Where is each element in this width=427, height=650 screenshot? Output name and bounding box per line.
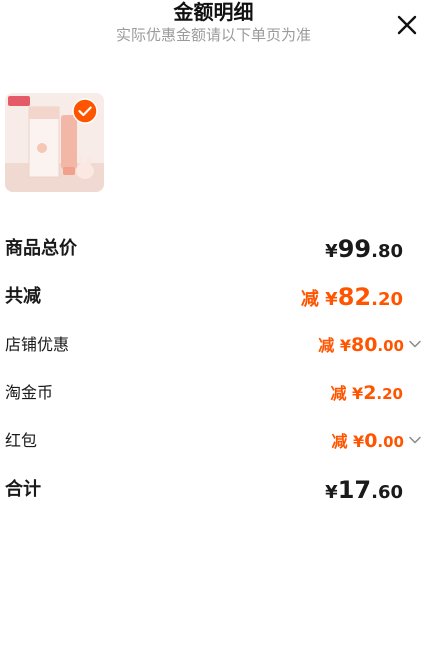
discount-prefix: 减 [300, 289, 326, 310]
amount-detail-sheet: 金额明细 实际优惠金额请以下单页为准 商品总价 ¥99.80 共减 减 ¥82.… [0, 0, 427, 650]
amount-decimal: .00 [377, 433, 404, 451]
currency-symbol: ¥ [325, 482, 338, 503]
row-total-discount: 共减 减 ¥82.20 [0, 281, 427, 313]
currency-symbol: ¥ [352, 384, 364, 403]
currency-symbol: ¥ [325, 241, 338, 262]
red-packet-label: 红包 [5, 431, 38, 450]
goods-total-amount: ¥99.80 [325, 233, 403, 268]
row-store-discount[interactable]: 店铺优惠 减 ¥80.00 [0, 329, 427, 361]
store-discount-amount: 减 ¥80.00 [318, 329, 404, 362]
currency-symbol: ¥ [339, 336, 351, 355]
amount-integer: 2 [363, 382, 377, 404]
total-discount-label: 共减 [5, 286, 41, 307]
currency-symbol: ¥ [353, 432, 365, 451]
discount-prefix: 减 [330, 384, 353, 403]
taojinbi-label: 淘金币 [5, 383, 54, 402]
amount-integer: 80 [350, 334, 378, 356]
discount-prefix: 减 [331, 432, 354, 451]
sheet-title: 金额明细 [173, 0, 254, 24]
red-packet-amount: 减 ¥0.00 [331, 425, 404, 458]
row-goods-total: 商品总价 ¥99.80 [0, 233, 427, 265]
grand-total-label: 合计 [5, 479, 41, 500]
chevron-down-icon[interactable] [408, 337, 422, 351]
amount-decimal: .80 [371, 241, 403, 262]
amount-decimal: .60 [371, 482, 403, 503]
total-discount-amount: 减 ¥82.20 [301, 281, 403, 316]
amount-integer: 82 [337, 283, 372, 311]
chevron-down-icon[interactable] [408, 433, 422, 447]
currency-symbol: ¥ [325, 289, 338, 310]
store-discount-label: 店铺优惠 [5, 335, 70, 354]
amount-decimal: .20 [376, 385, 403, 403]
amount-integer: 99 [337, 235, 372, 263]
grand-total-amount: ¥17.60 [325, 474, 403, 509]
close-icon[interactable] [394, 12, 420, 38]
checkmark-icon[interactable] [72, 98, 98, 124]
amount-integer: 17 [337, 476, 372, 504]
row-grand-total: 合计 ¥17.60 [0, 474, 427, 506]
taojinbi-amount: 减 ¥2.20 [330, 377, 403, 410]
amount-decimal: .20 [371, 289, 403, 310]
row-red-packet[interactable]: 红包 减 ¥0.00 [0, 425, 427, 457]
discount-prefix: 减 [318, 336, 340, 355]
goods-total-label: 商品总价 [5, 238, 77, 259]
row-taojinbi: 淘金币 减 ¥2.20 [0, 377, 427, 409]
amount-integer: 0 [364, 430, 378, 452]
sheet-subtitle: 实际优惠金额请以下单页为准 [115, 26, 311, 44]
amount-decimal: .00 [377, 337, 404, 355]
sheet-header: 金额明细 实际优惠金额请以下单页为准 [0, 0, 427, 52]
